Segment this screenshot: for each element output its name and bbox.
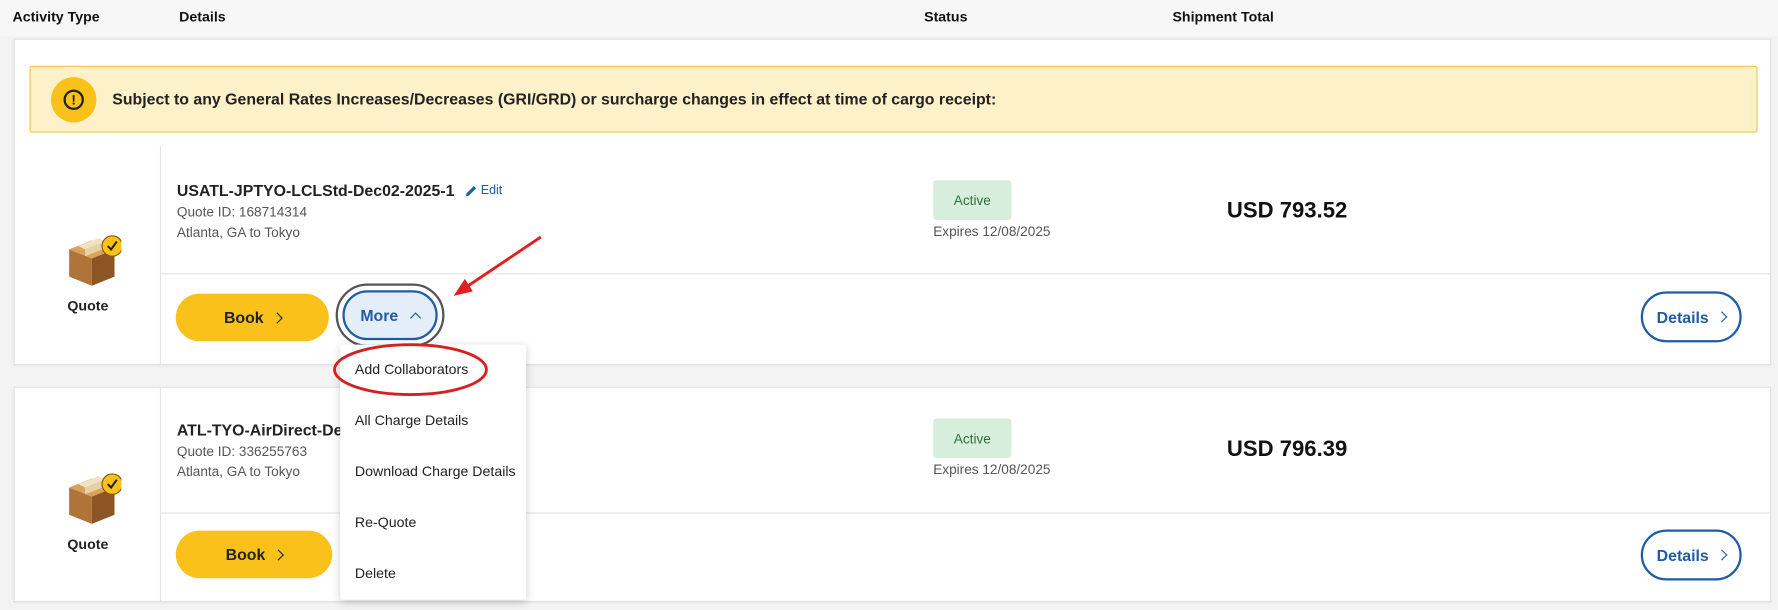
quote-route: Atlanta, GA to Tokyo bbox=[176, 463, 300, 480]
package-quote-icon bbox=[69, 473, 122, 524]
shipment-total: USD 793.52 bbox=[1226, 198, 1348, 224]
status-badge: Active bbox=[933, 418, 1012, 459]
more-button-focus-ring: More bbox=[335, 283, 445, 347]
menu-item-download-charge-details[interactable]: Download Charge Details bbox=[355, 464, 516, 480]
pencil-icon bbox=[465, 185, 477, 196]
book-button[interactable]: Book bbox=[175, 293, 329, 342]
expires-date: Expires 12/08/2025 bbox=[933, 461, 1051, 478]
menu-item-all-charge-details[interactable]: All Charge Details bbox=[355, 413, 468, 429]
chevron-up-icon bbox=[410, 311, 422, 324]
package-quote-icon bbox=[69, 235, 122, 286]
edit-label: Edit bbox=[480, 183, 503, 198]
rate-notice-banner: ! Subject to any General Rates Increases… bbox=[29, 65, 1758, 133]
quote-card: ! Subject to any General Rates Increases… bbox=[13, 38, 1772, 366]
chevron-right-icon bbox=[1716, 549, 1728, 561]
book-label: Book bbox=[223, 308, 264, 327]
book-button[interactable]: Book bbox=[175, 530, 333, 579]
more-label: More bbox=[360, 306, 399, 325]
expires-date: Expires 12/08/2025 bbox=[933, 223, 1051, 240]
shipment-total: USD 796.39 bbox=[1226, 436, 1348, 462]
quote-route: Atlanta, GA to Tokyo bbox=[176, 224, 300, 241]
column-details: Details bbox=[179, 9, 226, 25]
activity-type-label: Quote bbox=[67, 536, 109, 553]
column-status: Status bbox=[924, 9, 968, 25]
more-button[interactable]: More bbox=[342, 290, 438, 341]
chevron-right-icon bbox=[271, 311, 283, 324]
details-button[interactable]: Details bbox=[1640, 291, 1742, 343]
details-label: Details bbox=[1656, 307, 1709, 326]
menu-item-re-quote[interactable]: Re-Quote bbox=[355, 515, 416, 531]
edit-quote-link[interactable]: Edit bbox=[465, 183, 503, 198]
quote-id: Quote ID: 168714314 bbox=[176, 204, 308, 220]
rate-notice-text: Subject to any General Rates Increases/D… bbox=[112, 89, 997, 108]
quote-name: ATL-TYO-AirDirect-Dec bbox=[176, 420, 352, 439]
column-activity-type: Activity Type bbox=[12, 9, 100, 25]
details-button[interactable]: Details bbox=[1640, 529, 1742, 581]
quote-card: Quote ATL-TYO-AirDirect-Dec Quote ID: 33… bbox=[13, 386, 1772, 603]
activity-type-cell: Quote bbox=[15, 146, 162, 366]
column-shipment-total: Shipment Total bbox=[1172, 9, 1274, 25]
menu-item-delete[interactable]: Delete bbox=[355, 566, 396, 582]
exclamation-icon: ! bbox=[51, 77, 97, 123]
activity-type-cell: Quote bbox=[15, 387, 162, 603]
chevron-right-icon bbox=[272, 548, 284, 561]
quote-id: Quote ID: 336255763 bbox=[176, 443, 308, 460]
book-label: Book bbox=[225, 545, 266, 564]
column-header-row: Activity Type Details Status Shipment To… bbox=[0, 0, 1778, 37]
details-label: Details bbox=[1656, 545, 1709, 565]
status-badge: Active bbox=[933, 180, 1012, 220]
quote-name: USATL-JPTYO-LCLStd-Dec02-2025-1 bbox=[176, 181, 455, 200]
more-dropdown-menu: Add Collaborators All Charge Details Dow… bbox=[340, 344, 527, 600]
chevron-right-icon bbox=[1716, 311, 1728, 323]
row-divider bbox=[161, 273, 1771, 275]
menu-item-add-collaborators[interactable]: Add Collaborators bbox=[355, 362, 468, 378]
activity-type-label: Quote bbox=[67, 298, 109, 315]
